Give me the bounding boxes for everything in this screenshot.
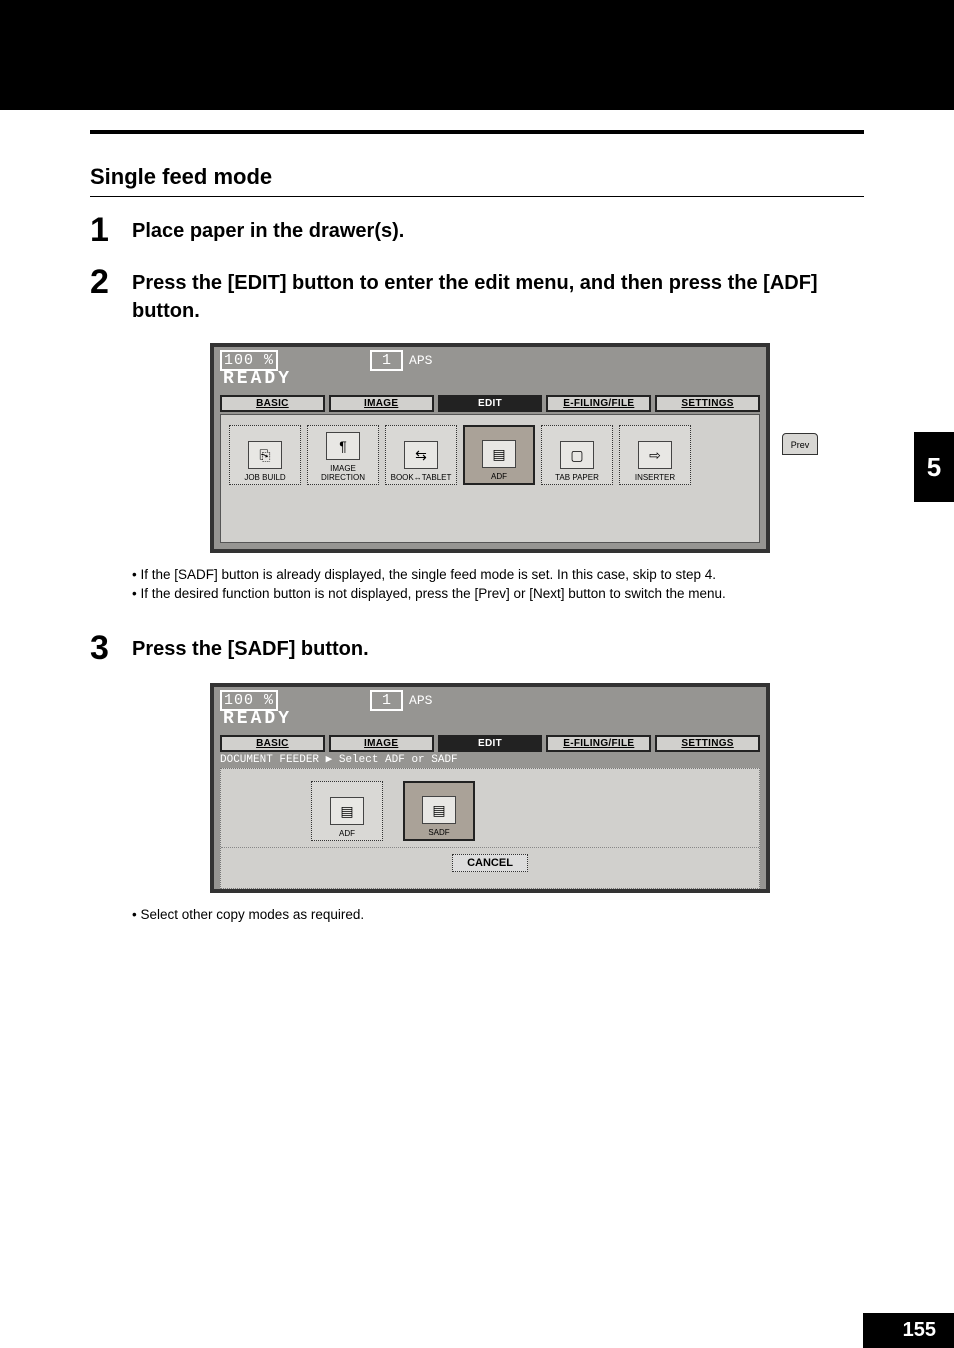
screenshot-tabs: BASIC IMAGE EDIT E-FILING/FILE SETTINGS xyxy=(214,731,766,754)
screenshot-status-bar: 100 % 1 APS READY xyxy=(214,687,766,731)
step-3: 3 Press the [SADF] button. xyxy=(90,631,864,665)
tab-efiling-file[interactable]: E-FILING/FILE xyxy=(546,395,651,412)
step-3-notes: Select other copy modes as required. xyxy=(90,907,864,922)
ready-status: READY xyxy=(220,709,760,729)
tab-efiling-file[interactable]: E-FILING/FILE xyxy=(546,735,651,752)
page-content: Single feed mode 1 Place paper in the dr… xyxy=(0,110,954,922)
screenshot-body: ⎘ JOB BUILD ¶ IMAGE DIRECTION ⇆ BOOK↔TAB… xyxy=(220,414,760,543)
book-tablet-button[interactable]: ⇆ BOOK↔TABLET xyxy=(385,425,457,485)
image-direction-icon: ¶ xyxy=(326,432,360,460)
prev-button[interactable]: Prev xyxy=(782,433,818,455)
document-feeder-prompt: DOCUMENT FEEDER ▶ Select ADF or SADF xyxy=(214,752,766,766)
tab-settings[interactable]: SETTINGS xyxy=(655,735,760,752)
inserter-button[interactable]: ⇨ INSERTER xyxy=(619,425,691,485)
step-number: 2 xyxy=(90,265,120,299)
adf-button[interactable]: ▤ ADF xyxy=(463,425,535,485)
note-item: If the desired function button is not di… xyxy=(132,586,864,601)
step-text: Press the [EDIT] button to enter the edi… xyxy=(132,265,864,325)
tab-paper-button[interactable]: ▢ TAB PAPER xyxy=(541,425,613,485)
copy-quantity: 1 xyxy=(370,350,403,371)
device-screenshot-1: 100 % 1 APS READY BASIC IMAGE EDIT E-FIL… xyxy=(210,343,770,553)
screenshot-tabs: BASIC IMAGE EDIT E-FILING/FILE SETTINGS xyxy=(214,391,766,414)
button-label: INSERTER xyxy=(635,473,675,482)
tab-basic[interactable]: BASIC xyxy=(220,395,325,412)
button-label: JOB BUILD xyxy=(244,473,285,482)
chapter-tab: 5 xyxy=(914,432,954,502)
zoom-percent: 100 % xyxy=(220,350,278,371)
tab-settings[interactable]: SETTINGS xyxy=(655,395,760,412)
screenshot-inner: 100 % 1 APS READY BASIC IMAGE EDIT E-FIL… xyxy=(214,347,766,549)
adf-button[interactable]: ▤ ADF xyxy=(311,781,383,841)
screenshot-inner: 100 % 1 APS READY BASIC IMAGE EDIT E-FIL… xyxy=(214,687,766,889)
paper-mode: APS xyxy=(409,693,432,708)
top-rule xyxy=(90,130,864,134)
screenshot-body: ▤ ADF ▤ SADF CANCEL xyxy=(220,768,760,889)
step-text: Place paper in the drawer(s). xyxy=(132,213,404,245)
button-label: ADF xyxy=(491,472,507,481)
tab-basic[interactable]: BASIC xyxy=(220,735,325,752)
step-number: 3 xyxy=(90,631,120,665)
tab-edit[interactable]: EDIT xyxy=(438,395,543,412)
page-number: 155 xyxy=(863,1313,954,1348)
step-text: Press the [SADF] button. xyxy=(132,631,369,663)
cancel-row: CANCEL xyxy=(221,847,759,877)
job-build-icon: ⎘ xyxy=(248,441,282,469)
device-screenshot-2: 100 % 1 APS READY BASIC IMAGE EDIT E-FIL… xyxy=(210,683,770,893)
button-label: SADF xyxy=(428,828,449,837)
note-item: Select other copy modes as required. xyxy=(132,907,864,922)
sadf-button[interactable]: ▤ SADF xyxy=(403,781,475,841)
button-label: BOOK↔TABLET xyxy=(391,473,452,482)
tab-paper-icon: ▢ xyxy=(560,441,594,469)
step-2: 2 Press the [EDIT] button to enter the e… xyxy=(90,265,864,325)
zoom-percent: 100 % xyxy=(220,690,278,711)
button-label: IMAGE DIRECTION xyxy=(308,464,378,482)
header-black-bar xyxy=(0,0,954,110)
adf-icon: ▤ xyxy=(482,440,516,468)
sadf-icon: ▤ xyxy=(422,796,456,824)
book-tablet-icon: ⇆ xyxy=(404,441,438,469)
tab-edit[interactable]: EDIT xyxy=(438,735,543,752)
screenshot-status-bar: 100 % 1 APS READY xyxy=(214,347,766,391)
job-build-button[interactable]: ⎘ JOB BUILD xyxy=(229,425,301,485)
button-label: TAB PAPER xyxy=(555,473,599,482)
section-title: Single feed mode xyxy=(90,164,864,197)
paper-mode: APS xyxy=(409,353,432,368)
step-1: 1 Place paper in the drawer(s). xyxy=(90,213,864,247)
cancel-button[interactable]: CANCEL xyxy=(452,854,528,872)
adf-icon: ▤ xyxy=(330,797,364,825)
step-number: 1 xyxy=(90,213,120,247)
tab-image[interactable]: IMAGE xyxy=(329,735,434,752)
step-2-notes: If the [SADF] button is already displaye… xyxy=(90,567,864,601)
image-direction-button[interactable]: ¶ IMAGE DIRECTION xyxy=(307,425,379,485)
note-item: If the [SADF] button is already displaye… xyxy=(132,567,864,582)
copy-quantity: 1 xyxy=(370,690,403,711)
button-label: ADF xyxy=(339,829,355,838)
ready-status: READY xyxy=(220,369,760,389)
tab-image[interactable]: IMAGE xyxy=(329,395,434,412)
inserter-icon: ⇨ xyxy=(638,441,672,469)
